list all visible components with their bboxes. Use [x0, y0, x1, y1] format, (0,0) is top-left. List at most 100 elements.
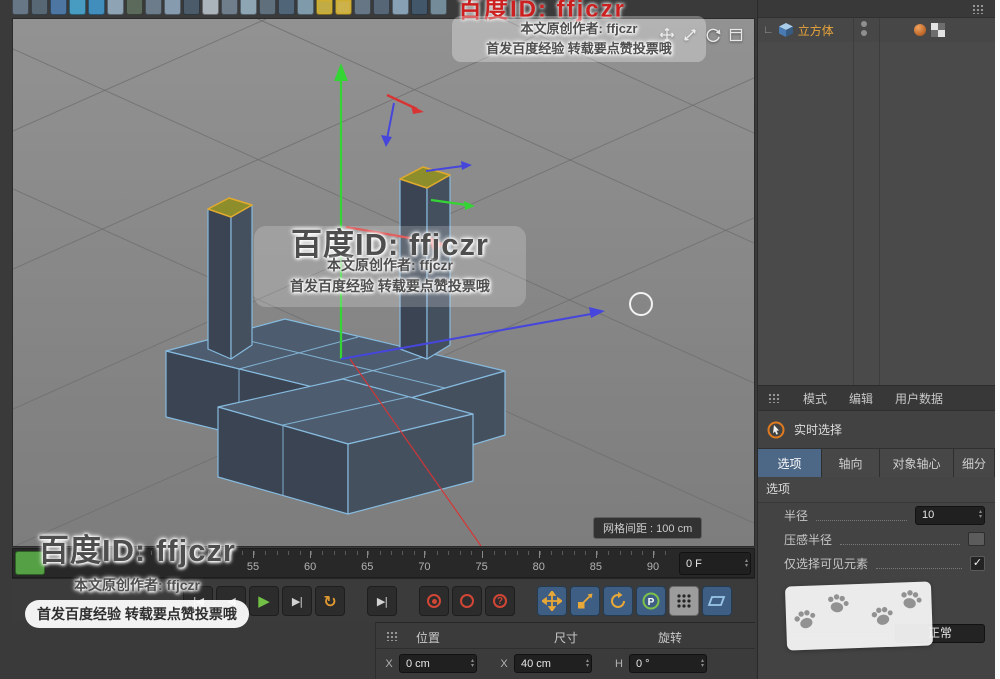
rotation-h-field[interactable]: 0 ° ▴ ▾: [629, 654, 707, 673]
rotate-view-icon[interactable]: [705, 27, 721, 43]
timeline-tick: [82, 551, 84, 555]
toolbar-icon-05[interactable]: [88, 0, 105, 15]
tab-options[interactable]: 选项: [758, 449, 822, 477]
toolbar-icon-08[interactable]: [145, 0, 162, 15]
timeline-ruler[interactable]: 55 60 65 70 75 80 85 90 0 F ▴ ▾: [12, 548, 755, 578]
tool-name: 实时选择: [794, 423, 843, 437]
menu-mode[interactable]: 模式: [803, 390, 827, 407]
p-tool-icon[interactable]: P: [636, 586, 666, 616]
frame-spinner[interactable]: ▴ ▾: [742, 558, 748, 569]
toolbar-icon-06[interactable]: [107, 0, 124, 15]
object-manager-body[interactable]: [758, 42, 995, 385]
record-keyframe-button[interactable]: [419, 586, 449, 616]
toolbar-icon-14[interactable]: [259, 0, 276, 15]
top-toolbar: [12, 0, 447, 15]
timeline-frame-label: 80: [532, 561, 545, 573]
goto-end-button[interactable]: ▶|: [367, 586, 397, 616]
toolbar-icon-20[interactable]: [373, 0, 390, 15]
toolbar-icon-16[interactable]: [297, 0, 314, 15]
toolbar-icon-22[interactable]: [411, 0, 428, 15]
material-tag-icon[interactable]: [914, 24, 926, 36]
tab-object-axis[interactable]: 对象轴心: [880, 449, 954, 477]
play-button[interactable]: ▶: [249, 586, 279, 616]
record-options-button[interactable]: ?: [485, 586, 515, 616]
prev-frame-button[interactable]: ◀: [216, 586, 246, 616]
toolbar-icon-02[interactable]: [31, 0, 48, 15]
radius-row: 半径 10 ▴ ▾: [758, 503, 995, 527]
timeline-frame-label: 70: [418, 561, 431, 573]
pressure-radius-mini[interactable]: [968, 532, 985, 546]
menu-edit[interactable]: 编辑: [849, 390, 873, 407]
zoom-view-icon[interactable]: [682, 27, 698, 43]
pressure-radius-label: 压感半径: [784, 532, 833, 547]
timeline-tick: [173, 551, 175, 555]
pan-view-icon[interactable]: [659, 27, 675, 43]
toolbar-icon-07[interactable]: [126, 0, 143, 15]
timeline-frame-label: 85: [589, 561, 603, 573]
timeline-frame-label: 65: [361, 561, 374, 573]
only-select-visible-checkbox[interactable]: ✓: [970, 555, 985, 571]
current-frame-field[interactable]: 0 F ▴ ▾: [679, 552, 751, 575]
cube-object[interactable]: [165, 166, 506, 515]
object-row-cube[interactable]: ∟ 立方体: [758, 18, 995, 42]
toolbar-icon-01[interactable]: [12, 0, 29, 15]
timeline-tick: [550, 551, 552, 555]
toolbar-icon-13[interactable]: [240, 0, 257, 15]
timeline-tick-major: [653, 551, 655, 558]
timeline-tick: [505, 551, 507, 555]
texture-tag-icon[interactable]: [931, 23, 945, 37]
render-visibility-dot[interactable]: [861, 30, 867, 36]
toolbar-icon-19[interactable]: [354, 0, 371, 15]
toolbar-icon-18[interactable]: [335, 0, 352, 15]
timeline-playhead[interactable]: [15, 551, 45, 575]
timeline-tick: [59, 551, 61, 555]
toolbar-icon-17[interactable]: [316, 0, 333, 15]
object-name[interactable]: 立方体: [798, 22, 834, 39]
timeline-tick-major: [481, 551, 483, 558]
timeline-tick: [185, 551, 187, 555]
toolbar-icon-03[interactable]: [50, 0, 67, 15]
toolbar-icon-23[interactable]: [430, 0, 447, 15]
toolbar-icon-21[interactable]: [392, 0, 409, 15]
panel-menu-icon[interactable]: [972, 4, 985, 14]
workplane-icon[interactable]: [702, 586, 732, 616]
rotate-tool-icon[interactable]: [603, 586, 633, 616]
tab-subdivision[interactable]: 细分: [954, 449, 995, 477]
move-tool-icon[interactable]: [537, 586, 567, 616]
autokey-button[interactable]: [452, 586, 482, 616]
rotation-h-field-group: H 0 ° ▴ ▾: [614, 654, 707, 673]
size-x-field-group: X 40 cm ▴ ▾: [499, 654, 592, 673]
timeline-tick: [128, 551, 129, 555]
toolbar-icon-15[interactable]: [278, 0, 295, 15]
scale-tool-icon[interactable]: [570, 586, 600, 616]
timeline-tick: [619, 551, 621, 555]
viewport-3d[interactable]: 网格间距 : 100 cm: [12, 18, 755, 547]
maximize-view-icon[interactable]: [728, 27, 744, 43]
timeline-tick: [116, 551, 118, 555]
right-panel: ∟ 立方体 模式 编辑 用户数据 实时选择 选项 轴向 对象轴心 细分 选项 半…: [757, 0, 995, 679]
panel-grip-icon: [386, 631, 399, 641]
tool-header: 实时选择: [758, 411, 995, 449]
timeline-tick: [665, 551, 667, 555]
timeline-tick: [230, 551, 232, 555]
grid-dots-icon[interactable]: [669, 586, 699, 616]
timeline-frame-label: 60: [304, 561, 317, 573]
menu-userdata[interactable]: 用户数据: [895, 390, 943, 407]
next-frame-button[interactable]: ▶|: [282, 586, 312, 616]
toolbar-icon-12[interactable]: [221, 0, 238, 15]
toolbar-icon-04[interactable]: [69, 0, 86, 15]
tab-axis[interactable]: 轴向: [822, 449, 880, 477]
coordinates-header: 位置 尺寸 旋转: [376, 623, 755, 649]
section-options[interactable]: 选项: [758, 477, 995, 503]
toolbar-icon-11[interactable]: [202, 0, 219, 15]
goto-start-button[interactable]: |◀: [183, 586, 213, 616]
timeline-frame-label: 75: [475, 561, 488, 573]
editor-visibility-dot[interactable]: [861, 21, 867, 27]
toolbar-icon-10[interactable]: [183, 0, 200, 15]
size-x-field[interactable]: 40 cm ▴ ▾: [514, 654, 592, 673]
loop-button[interactable]: ↻: [315, 586, 345, 616]
radius-input[interactable]: 10 ▴ ▾: [915, 505, 985, 525]
position-x-field[interactable]: 0 cm ▴ ▾: [399, 654, 477, 673]
timeline-tick-major: [595, 551, 597, 558]
toolbar-icon-09[interactable]: [164, 0, 181, 15]
